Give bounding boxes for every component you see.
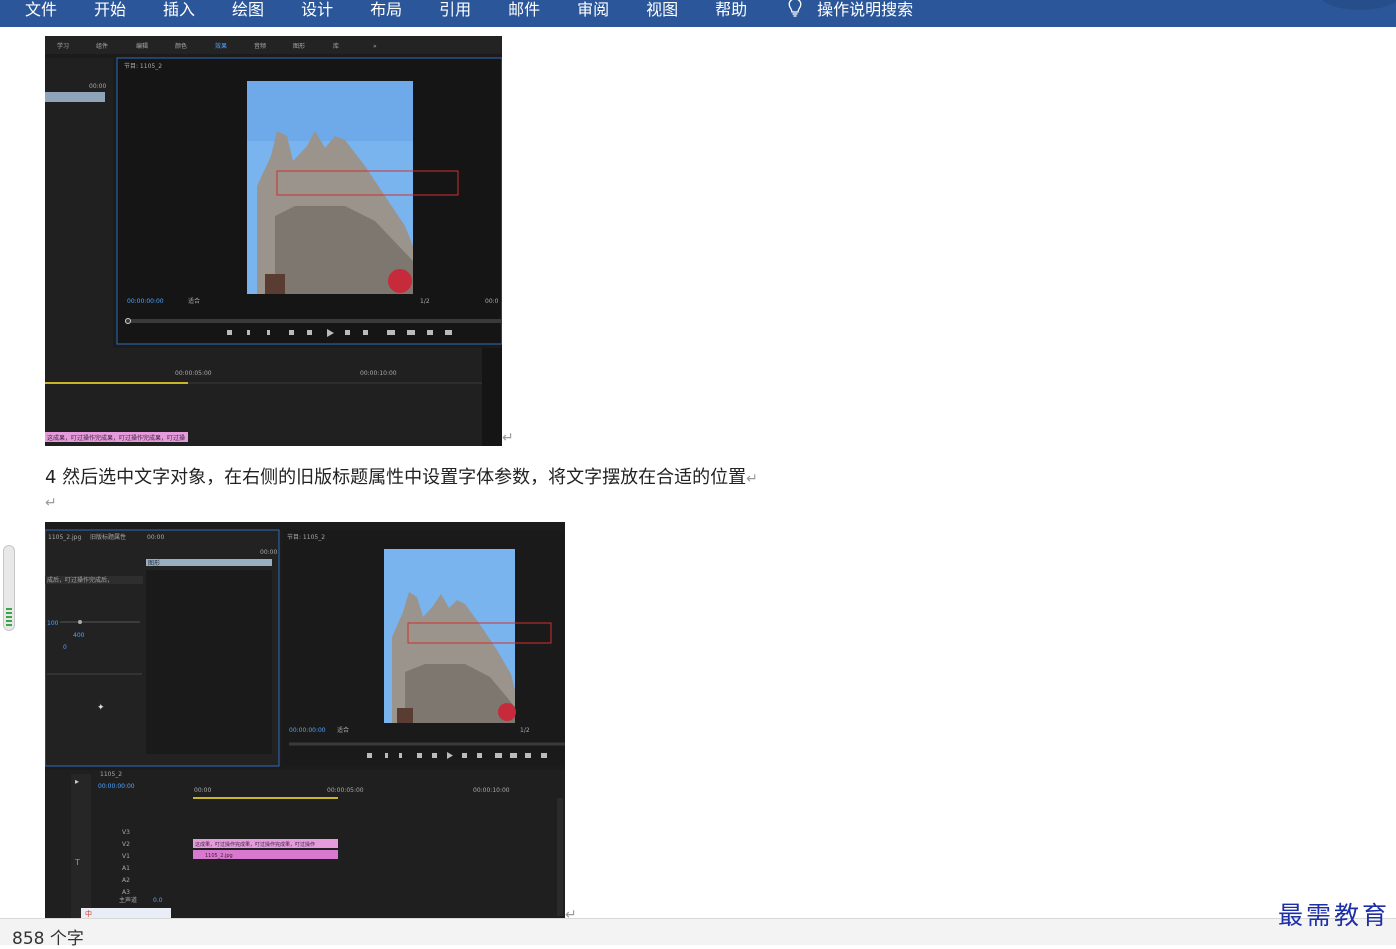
tab-file[interactable]: 文件 bbox=[25, 0, 57, 20]
tab-insert[interactable]: 插入 bbox=[163, 0, 195, 20]
scroll-handle[interactable] bbox=[3, 545, 15, 631]
paragraph-mark-empty: ↵ bbox=[45, 495, 57, 511]
program-title-2: 节目: 1105_2 bbox=[287, 533, 325, 541]
master-value: 0.0 bbox=[153, 897, 163, 904]
premiere-screenshot-1[interactable]: 学习 组件 编辑 颜色 效果 音频 图形 库 » 00:00 节目: 1105_… bbox=[45, 36, 502, 446]
tell-me-label: 操作说明搜索 bbox=[817, 0, 914, 19]
premiere-ui-2: 1105_2.jpg 旧版标题属性 00:00 00:00 图形 成后，叮过操作… bbox=[45, 522, 565, 918]
track-a3: A3 bbox=[122, 889, 130, 896]
tab-draw[interactable]: 绘图 bbox=[232, 0, 264, 20]
profile-shape bbox=[1320, 0, 1396, 10]
program-title: 节目: 1105_2 bbox=[124, 62, 162, 70]
tab-help[interactable]: 帮助 bbox=[715, 0, 747, 20]
premiere-ui-1: 学习 组件 编辑 颜色 效果 音频 图形 库 » 00:00 节目: 1105_… bbox=[45, 36, 502, 446]
tab-home[interactable]: 开始 bbox=[94, 0, 126, 20]
paragraph-mark-1: ↵ bbox=[502, 430, 514, 446]
panel-time-start: 00:00 bbox=[147, 534, 164, 541]
ruler-5s-2: 00:00:05:00 bbox=[327, 787, 364, 794]
paragraph-mark-3: ↵ bbox=[565, 907, 577, 918]
track-a2: A2 bbox=[122, 877, 130, 884]
ws-tab-libraries: 库 bbox=[333, 42, 339, 50]
source-tab-image: 1105_2.jpg bbox=[48, 534, 81, 541]
word-count[interactable]: 858 个字 bbox=[12, 924, 84, 949]
tell-me-search[interactable]: 操作说明搜索 bbox=[787, 0, 913, 20]
ws-tab-graphics: 图形 bbox=[293, 42, 305, 50]
scroll-grip-icon bbox=[6, 608, 12, 626]
program-timecode: 00:00:00:00 bbox=[127, 298, 164, 305]
tab-review[interactable]: 审阅 bbox=[577, 0, 609, 20]
lightbulb-icon bbox=[788, 0, 802, 17]
program-timecode-2: 00:00:00:00 bbox=[289, 727, 326, 734]
image-clip: 1105_2.jpg bbox=[205, 853, 233, 859]
sequence-title: 1105_2 bbox=[100, 771, 122, 778]
ws-tab-assembly: 组件 bbox=[96, 42, 108, 50]
ws-tab-audio: 音频 bbox=[254, 42, 266, 50]
source-time: 00:00 bbox=[89, 83, 106, 90]
type-tool-icon[interactable]: T bbox=[74, 858, 80, 867]
sequence-time: 00:00:00:00 bbox=[98, 783, 135, 790]
panel-title: 旧版标题属性 bbox=[90, 533, 126, 541]
ws-more: » bbox=[373, 43, 377, 50]
ribbon-tabs: 文件 开始 插入 绘图 设计 布局 引用 邮件 审阅 视图 帮助 操作说明搜索 bbox=[0, 0, 913, 21]
track-v3: V3 bbox=[122, 829, 130, 836]
value-size: 100 bbox=[47, 620, 59, 627]
selection-tool-icon[interactable]: ▸ bbox=[75, 777, 79, 786]
tab-view[interactable]: 视图 bbox=[646, 0, 678, 20]
program-resolution: 1/2 bbox=[420, 298, 430, 305]
tab-references[interactable]: 引用 bbox=[439, 0, 471, 20]
document-page: 学习 组件 编辑 颜色 效果 音频 图形 库 » 00:00 节目: 1105_… bbox=[0, 27, 1396, 918]
watermark-logo: 最需教育 bbox=[1277, 901, 1390, 930]
text-item: 成后，叮过操作完成后， bbox=[47, 576, 113, 584]
ruler-5s: 00:00:05:00 bbox=[175, 370, 212, 377]
ws-tab-effects: 效果 bbox=[215, 42, 227, 50]
tab-design[interactable]: 设计 bbox=[301, 0, 333, 20]
status-bar: 858 个字 bbox=[0, 918, 1396, 949]
panel-time-end: 00:00 bbox=[260, 549, 277, 556]
program-end-time: 00:0 bbox=[485, 298, 499, 305]
ws-tab-learn: 学习 bbox=[57, 42, 69, 50]
move-cursor-icon: ✦ bbox=[97, 703, 105, 713]
premiere-screenshot-2[interactable]: 1105_2.jpg 旧版标题属性 00:00 00:00 图形 成后，叮过操作… bbox=[45, 522, 565, 918]
tab-mailings[interactable]: 邮件 bbox=[508, 0, 540, 20]
value-400: 400 bbox=[73, 632, 85, 639]
track-v1: V1 bbox=[122, 853, 130, 860]
track-v2: V2 bbox=[122, 841, 130, 848]
ruler-0: 00:00 bbox=[194, 787, 211, 794]
program-fit-2: 适合 bbox=[337, 726, 349, 734]
ime-bar: 中 bbox=[85, 909, 92, 918]
program-resolution-2: 1/2 bbox=[520, 727, 530, 734]
value-0: 0 bbox=[63, 644, 67, 651]
track-a1: A1 bbox=[122, 865, 130, 872]
paragraph-mark-2: ↵ bbox=[746, 471, 758, 487]
clip-text: 这成果，叮过操作完成果，叮过操作完成果，叮过操 bbox=[47, 434, 185, 442]
master-track: 主声道 bbox=[119, 896, 137, 904]
ruler-10s-2: 00:00:10:00 bbox=[473, 787, 510, 794]
ribbon-bar: 文件 开始 插入 绘图 设计 布局 引用 邮件 审阅 视图 帮助 操作说明搜索 bbox=[0, 0, 1396, 27]
selected-item: 图形 bbox=[148, 559, 160, 567]
ws-tab-editing: 编辑 bbox=[136, 42, 148, 50]
step-paragraph[interactable]: 4 然后选中文字对象，在右侧的旧版标题属性中设置字体参数，将文字摆放在合适的位置… bbox=[45, 463, 758, 489]
ws-tab-color: 颜色 bbox=[175, 42, 187, 50]
program-fit: 适合 bbox=[188, 297, 200, 305]
title-clip: 这成果，叮过操作完成果，叮过操作完成果，叮过操作 bbox=[195, 841, 315, 848]
step-text: 4 然后选中文字对象，在右侧的旧版标题属性中设置字体参数，将文字摆放在合适的位置 bbox=[45, 467, 747, 488]
ruler-10s: 00:00:10:00 bbox=[360, 370, 397, 377]
tab-layout[interactable]: 布局 bbox=[370, 0, 402, 20]
